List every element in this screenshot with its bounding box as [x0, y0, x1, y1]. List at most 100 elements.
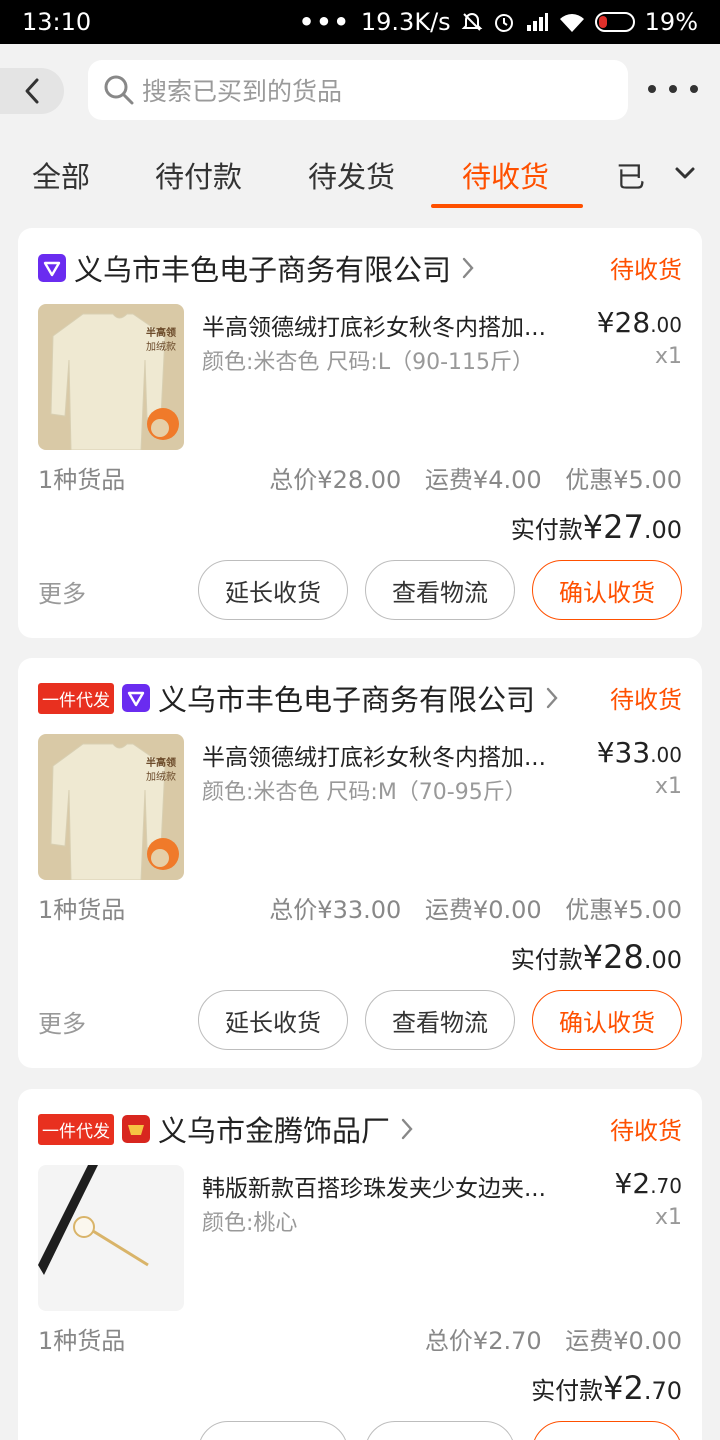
paid-integer: ¥2	[603, 1369, 644, 1407]
shop-name: 义乌市金腾饰品厂	[158, 1114, 391, 1148]
active-tab-indicator	[431, 204, 583, 208]
paid-integer: ¥27	[582, 508, 644, 546]
action-row	[38, 1421, 682, 1440]
total-price: 总价¥28.00	[269, 466, 402, 494]
paid-decimal: .00	[643, 946, 682, 974]
product-quantity: x1	[654, 774, 682, 799]
product-thumbnail[interactable]: 半高领 加绒款	[38, 304, 184, 450]
order-status: 待收货	[610, 686, 682, 714]
status-dots: •••	[298, 8, 351, 36]
dropship-tag: 一件代发	[38, 682, 114, 714]
shipping-fee: 运费¥0.00	[424, 896, 542, 924]
status-time: 13:10	[22, 8, 92, 36]
more-options-button[interactable]	[648, 74, 698, 104]
paid-label: 实付款	[510, 946, 583, 974]
back-button[interactable]	[0, 68, 64, 114]
product-price: ¥2.70	[615, 1167, 682, 1200]
item-count: 1种货品	[38, 466, 126, 494]
view-logistics-button[interactable]: 查看物流	[365, 560, 515, 620]
mute-icon	[461, 13, 483, 31]
product-title[interactable]: 韩版新款百搭珍珠发夹少女边夹...	[202, 1169, 582, 1203]
item-count: 1种货品	[38, 1327, 126, 1355]
sweater-image: 半高领 加绒款	[38, 734, 184, 880]
shop-row[interactable]: 义乌市丰色电子商务有限公司	[38, 248, 682, 288]
tab-pending-receipt[interactable]: 待收货	[462, 154, 549, 196]
action-row: 更多 延长收货 查看物流 确认收货	[38, 990, 682, 1050]
shop-row[interactable]: 一件代发 义乌市丰色电子商务有限公司	[38, 678, 682, 718]
shop-name: 义乌市丰色电子商务有限公司	[74, 253, 452, 287]
price-breakdown: 总价¥2.70 运费¥0.00	[409, 1321, 682, 1356]
extend-receipt-button[interactable]: 延长收货	[198, 990, 348, 1050]
discount: 优惠¥5.00	[565, 466, 682, 494]
price-integer: ¥33	[596, 736, 651, 769]
price-decimal: .00	[650, 313, 682, 337]
dot-icon	[648, 85, 656, 93]
chevron-right-icon	[401, 1118, 413, 1140]
svg-text:半高领: 半高领	[146, 326, 176, 339]
confirm-receipt-button[interactable]: 确认收货	[532, 990, 682, 1050]
dot-icon	[669, 85, 677, 93]
price-decimal: .00	[650, 743, 682, 767]
summary-row: 1种货品 总价¥28.00 运费¥4.00 优惠¥5.00	[38, 460, 682, 494]
confirm-receipt-button[interactable]: 确认收货	[532, 560, 682, 620]
search-input[interactable]: 搜索已买到的货品	[88, 60, 628, 120]
product-thumbnail[interactable]: 半高领 加绒款	[38, 734, 184, 880]
extend-receipt-button[interactable]: 延长收货	[198, 560, 348, 620]
view-logistics-button[interactable]: 查看物流	[365, 990, 515, 1050]
tab-pending-shipment[interactable]: 待发货	[308, 154, 395, 196]
paid-integer: ¥28	[582, 938, 644, 976]
dot-icon	[690, 85, 698, 93]
item-count: 1种货品	[38, 896, 126, 924]
paid-label: 实付款	[510, 516, 583, 544]
product-spec: 颜色:米杏色 尺码:M（70-95斤）	[202, 780, 527, 805]
view-logistics-button[interactable]	[365, 1421, 515, 1440]
more-link[interactable]: 更多	[38, 574, 86, 609]
summary-row: 1种货品 总价¥2.70 运费¥0.00	[38, 1321, 682, 1355]
product-price: ¥28.00	[597, 306, 682, 339]
tab-completed[interactable]: 已	[616, 154, 656, 196]
product-quantity: x1	[654, 344, 682, 369]
discount: 优惠¥5.00	[565, 896, 682, 924]
dropship-tag: 一件代发	[38, 1113, 114, 1145]
paid-amount: 实付款¥27.00	[511, 508, 682, 546]
order-status: 待收货	[610, 256, 682, 284]
shipping-fee: 运费¥4.00	[424, 466, 542, 494]
order-status: 待收货	[610, 1117, 682, 1145]
shop-badge-icon	[38, 254, 66, 282]
tab-pending-payment[interactable]: 待付款	[155, 154, 242, 196]
product-title[interactable]: 半高领德绒打底衫女秋冬内搭加...	[202, 738, 582, 772]
summary-row: 1种货品 总价¥33.00 运费¥0.00 优惠¥5.00	[38, 890, 682, 924]
shop-name: 义乌市丰色电子商务有限公司	[158, 683, 536, 717]
product-quantity: x1	[654, 1205, 682, 1230]
price-breakdown: 总价¥28.00 运费¥4.00 优惠¥5.00	[253, 460, 682, 495]
order-card: 义乌市丰色电子商务有限公司 待收货 半高领 加绒款 半高领德绒打底衫女秋冬内搭加…	[18, 228, 702, 638]
extend-receipt-button[interactable]	[198, 1421, 348, 1440]
action-row: 更多 延长收货 查看物流 确认收货	[38, 560, 682, 620]
more-link[interactable]: 更多	[38, 1004, 86, 1039]
battery-percent: 19%	[644, 8, 698, 36]
order-tabs: 全部 待付款 待发货 待收货 已	[0, 140, 720, 214]
paid-label: 实付款	[531, 1377, 604, 1405]
svg-text:半高领: 半高领	[146, 756, 176, 769]
price-breakdown: 总价¥33.00 运费¥0.00 优惠¥5.00	[253, 890, 682, 925]
paid-decimal: .00	[643, 516, 682, 544]
product-spec: 颜色:米杏色 尺码:L（90-115斤）	[202, 350, 534, 375]
top-bar: 搜索已买到的货品	[0, 44, 720, 140]
confirm-receipt-button[interactable]	[532, 1421, 682, 1440]
price-integer: ¥28	[596, 306, 651, 339]
battery-icon	[594, 12, 635, 32]
price-integer: ¥2	[614, 1167, 651, 1200]
hairpin-image	[38, 1165, 184, 1311]
price-decimal: .70	[650, 1174, 682, 1198]
chevron-right-icon	[462, 257, 474, 279]
tab-all[interactable]: 全部	[32, 154, 90, 196]
status-bar: 13:10 ••• 19.3K/s 19%	[0, 0, 720, 44]
shop-row[interactable]: 一件代发 义乌市金腾饰品厂	[38, 1109, 682, 1149]
network-speed: 19.3K/s	[360, 8, 451, 36]
chevron-down-icon[interactable]	[672, 160, 698, 186]
total-price: 总价¥2.70	[424, 1327, 542, 1355]
shop-badge-icon	[122, 1115, 150, 1143]
product-title[interactable]: 半高领德绒打底衫女秋冬内搭加...	[202, 308, 582, 342]
product-thumbnail[interactable]	[38, 1165, 184, 1311]
paid-amount: 实付款¥28.00	[511, 938, 682, 976]
